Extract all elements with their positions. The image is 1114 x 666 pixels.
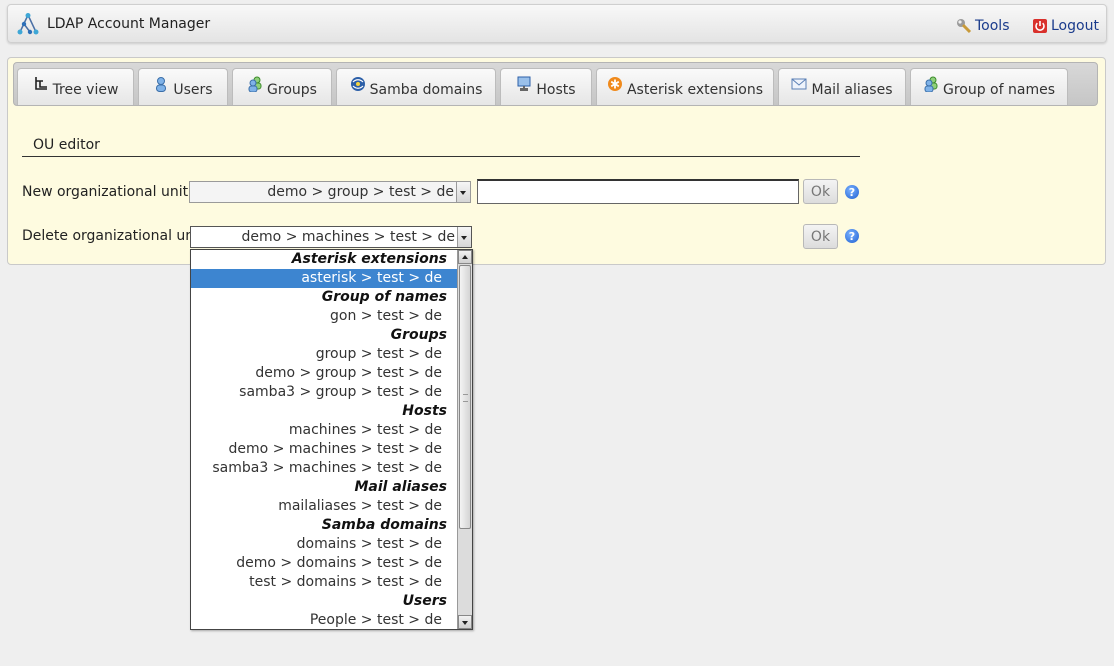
tab-asterisk-extensions[interactable]: Asterisk extensions — [596, 68, 774, 105]
tab-tree-view[interactable]: Tree view — [17, 68, 134, 105]
title-divider — [22, 156, 860, 157]
dropdown-option[interactable]: samba3 > machines > test > de — [191, 459, 457, 478]
new-ou-label: New organizational unit — [22, 184, 189, 200]
help-icon[interactable]: ? — [845, 229, 859, 243]
dropdown-option[interactable]: asterisk > test > de — [191, 269, 457, 288]
tab-label: Groups — [267, 82, 317, 98]
tab-label: Users — [173, 82, 213, 98]
logout-link[interactable]: Logout — [1032, 18, 1099, 34]
host-icon — [516, 76, 532, 92]
dropdown-group-header: Group of names — [321, 289, 447, 305]
dropdown-option[interactable]: demo > machines > test > de — [191, 440, 457, 459]
dropdown-group-header: Groups — [390, 327, 447, 343]
lam-logo-icon — [16, 12, 40, 36]
tab-users[interactable]: Users — [138, 68, 228, 105]
delete-ou-dropdown-list[interactable]: Asterisk extensions asterisk > test > de G… — [190, 249, 473, 630]
new-ou-name-input[interactable] — [477, 179, 799, 204]
mail-icon — [791, 76, 807, 92]
dropdown-option[interactable]: samba3 > group > test > de — [191, 383, 457, 402]
dropdown-option[interactable]: domains > test > de — [191, 535, 457, 554]
delete-ou-ok-button[interactable]: Ok — [803, 224, 838, 249]
tab-hosts[interactable]: Hosts — [500, 68, 592, 105]
tools-label: Tools — [975, 18, 1010, 34]
scrollbar-thumb[interactable] — [459, 265, 471, 529]
delete-ou-label: Delete organizational unit — [22, 228, 204, 244]
dropdown-option[interactable]: test > domains > test > de — [191, 573, 457, 592]
dropdown-option[interactable]: gon > test > de — [191, 307, 457, 326]
tab-groups[interactable]: Groups — [232, 68, 332, 105]
help-icon[interactable]: ? — [845, 185, 859, 199]
dropdown-scrollbar[interactable] — [457, 250, 472, 629]
tab-label: Asterisk extensions — [626, 82, 763, 98]
dropdown-group-header: Users — [402, 593, 447, 609]
dropdown-group-header: Mail aliases — [354, 479, 447, 495]
tab-bar: Tree view Users Groups Samba domains Hos… — [13, 62, 1098, 106]
dropdown-option[interactable]: demo > group > test > de — [191, 364, 457, 383]
dropdown-options: Asterisk extensions asterisk > test > de G… — [191, 250, 457, 629]
tab-label: Mail aliases — [811, 82, 893, 98]
tab-group-of-names[interactable]: Group of names — [910, 68, 1068, 105]
dropdown-group-header: Samba domains — [321, 517, 447, 533]
tab-label: Samba domains — [369, 82, 483, 98]
top-header: LDAP Account Manager Tools Logout — [7, 4, 1107, 43]
group-icon — [247, 76, 263, 93]
chevron-down-icon — [456, 182, 470, 202]
scroll-up-arrow-icon[interactable] — [458, 250, 472, 264]
scroll-down-arrow-icon[interactable] — [458, 615, 472, 629]
tab-label: Tree view — [52, 82, 119, 98]
power-icon — [1032, 18, 1048, 34]
dropdown-group-header: Hosts — [402, 403, 447, 419]
dropdown-option[interactable]: demo > domains > test > de — [191, 554, 457, 573]
wrench-icon — [956, 18, 972, 34]
dropdown-option[interactable]: group > test > de — [191, 345, 457, 364]
asterisk-icon — [607, 76, 623, 92]
tab-mail-aliases[interactable]: Mail aliases — [778, 68, 906, 105]
samba-domain-icon — [350, 76, 366, 92]
chevron-down-icon — [457, 227, 471, 247]
dropdown-option[interactable]: People > test > de — [191, 611, 457, 629]
app-title: LDAP Account Manager — [47, 16, 211, 32]
delete-ou-select[interactable]: demo > machines > test > de — [190, 226, 472, 248]
logout-label: Logout — [1051, 18, 1099, 34]
dropdown-option[interactable]: mailaliases > test > de — [191, 497, 457, 516]
tab-samba-domains[interactable]: Samba domains — [336, 68, 496, 105]
group-of-names-icon — [923, 76, 939, 93]
new-ou-parent-select[interactable]: demo > group > test > de — [189, 181, 471, 203]
tools-link[interactable]: Tools — [956, 18, 1010, 34]
tab-label: Hosts — [536, 82, 576, 98]
delete-ou-value: demo > machines > test > de — [241, 229, 455, 245]
main-panel: Tree view Users Groups Samba domains Hos… — [7, 57, 1106, 265]
new-ou-parent-value: demo > group > test > de — [267, 184, 454, 200]
user-icon — [153, 76, 169, 92]
tab-label: Group of names — [942, 82, 1055, 98]
dropdown-group-header: Asterisk extensions — [291, 251, 447, 267]
tree-view-icon — [33, 76, 49, 92]
dropdown-option[interactable]: machines > test > de — [191, 421, 457, 440]
new-ou-ok-button[interactable]: Ok — [803, 179, 838, 204]
ou-editor-title: OU editor — [33, 137, 100, 153]
